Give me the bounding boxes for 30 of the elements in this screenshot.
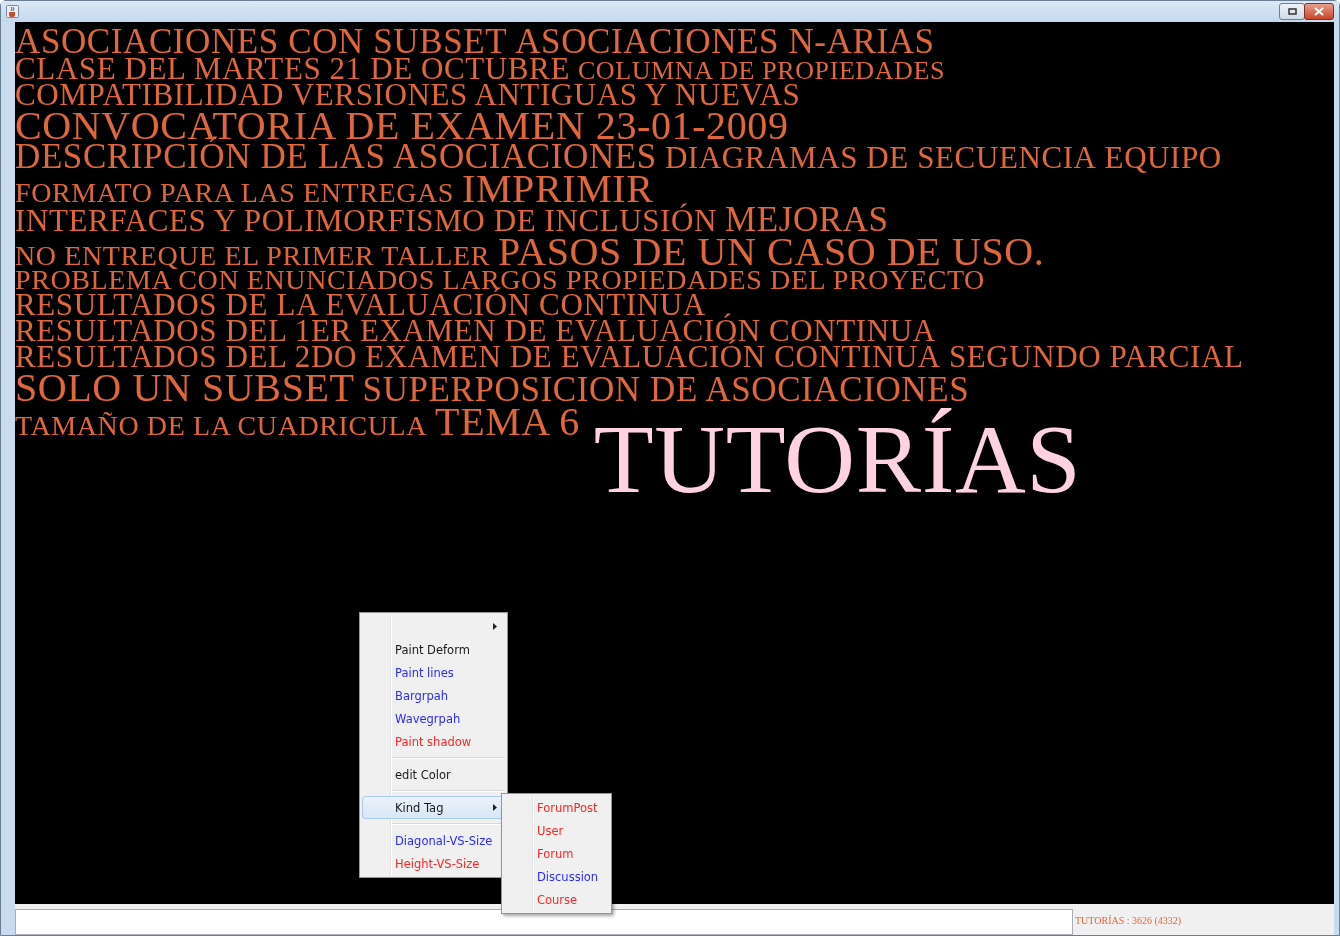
menu-item[interactable]: User	[504, 819, 609, 842]
restore-icon	[1287, 8, 1297, 15]
tag[interactable]: MEJORAS	[725, 202, 889, 239]
menu-item[interactable]: Forum	[504, 842, 609, 865]
tag[interactable]: PROPIEDADES DEL PROYECTO	[566, 265, 985, 295]
tag[interactable]: TAMAÑO DE LA CUADRICULA	[15, 411, 428, 441]
close-icon	[1314, 7, 1324, 16]
menu-item[interactable]: Paint shadow	[362, 730, 505, 753]
status-text: TUTORÍAS : 3626 (4332)	[1075, 915, 1182, 926]
menu-item[interactable]: Paint lines	[362, 661, 505, 684]
restore-button[interactable]	[1279, 3, 1305, 20]
tag[interactable]: FORMATO PARA LAS ENTREGAS	[15, 178, 454, 208]
submenu-arrow-icon	[493, 623, 497, 630]
menu-item[interactable]: Paint Deform	[362, 638, 505, 661]
menu-item[interactable]: ForumPost	[504, 796, 609, 819]
menu-item[interactable]: Wavegrpah	[362, 707, 505, 730]
app-icon	[6, 5, 19, 18]
input-field[interactable]	[15, 909, 1073, 935]
close-button[interactable]	[1304, 3, 1334, 20]
tag[interactable]: SEGUNDO PARCIAL	[948, 341, 1244, 374]
menu-item[interactable]: Discussion	[504, 865, 609, 888]
menu-item[interactable]: Height-VS-Size	[362, 852, 505, 875]
menu-item[interactable]: Bargrpah	[362, 684, 505, 707]
menu-item[interactable]: edit Color	[362, 763, 505, 786]
menu-item[interactable]: Diagonal-VS-Size	[362, 829, 505, 852]
submenu-arrow-icon	[493, 804, 497, 811]
tag[interactable]: DIAGRAMAS DE SECUENCIA	[664, 142, 1097, 175]
menu-item[interactable]: Course	[504, 888, 609, 911]
tag[interactable]: EQUIPO	[1104, 142, 1222, 175]
tag[interactable]: NO ENTREQUE EL PRIMER TALLER	[15, 241, 490, 271]
